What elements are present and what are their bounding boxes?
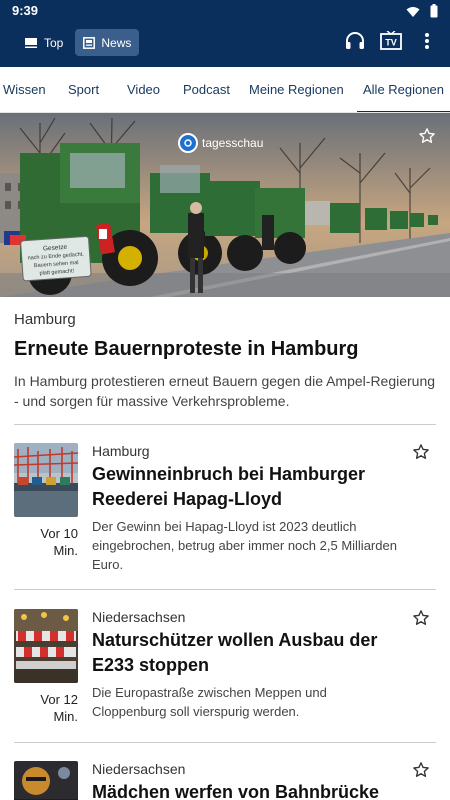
article-thumbnail (14, 761, 78, 800)
tab-video[interactable]: Video (127, 67, 160, 112)
divider (14, 589, 436, 590)
lead-teaser: In Hamburg protestieren erneut Bauern ge… (14, 373, 436, 409)
tagesschau-logo: tagesschau (178, 133, 263, 153)
segment-news[interactable]: News (75, 29, 140, 56)
header-actions: TV (344, 30, 438, 52)
article-time: Vor 12 Min. (40, 692, 78, 724)
bookmark-star-icon[interactable] (418, 127, 436, 150)
segment-top[interactable]: Top (16, 29, 71, 56)
status-time: 9:39 (12, 3, 39, 18)
bookmark-star-icon[interactable] (412, 609, 430, 632)
article-body: Niedersachsen Naturschützer wollen Ausba… (92, 609, 404, 721)
battery-icon (430, 4, 438, 23)
app-header: 9:39 Top News TV (0, 0, 450, 67)
lead-topline: Hamburg (14, 311, 76, 328)
article-headline: Naturschützer wollen Ausbau der E233 sto… (92, 630, 378, 675)
status-bar: 9:39 (0, 0, 450, 22)
article-headline: Mädchen werfen von Bahnbrücke (92, 782, 380, 800)
article-body: Niedersachsen Mädchen werfen von Bahnbrü… (92, 761, 404, 800)
tagesschau-logo-text: tagesschau (202, 136, 264, 150)
article-topline: Niedersachsen (92, 609, 186, 625)
more-vert-icon[interactable] (416, 30, 438, 52)
tv-icon[interactable]: TV (380, 30, 402, 52)
wifi-icon (406, 5, 420, 23)
tab-podcast[interactable]: Podcast (183, 67, 230, 112)
segment-news-label: News (101, 35, 132, 50)
top-icon (25, 37, 37, 48)
divider (14, 742, 436, 743)
article-time: Vor 10 Min. (40, 526, 78, 558)
bookmark-star-icon[interactable] (412, 761, 430, 784)
lead-image[interactable]: Gesetze nach zu Ende gedacht, Bauern seh… (0, 113, 450, 297)
article-thumbnail (14, 443, 78, 517)
view-switch: Top News (16, 29, 140, 56)
segment-top-label: Top (44, 35, 64, 50)
article-thumbnail (14, 609, 78, 683)
article-body: Hamburg Gewinneinbruch bei Hamburger Ree… (92, 443, 404, 574)
article-teaser: Der Gewinn bei Hapag-Lloyd ist 2023 deut… (92, 519, 397, 572)
tab-meine-regionen[interactable]: Meine Regionen (249, 67, 344, 112)
lead-headline: Erneute Bauernproteste in Hamburg (14, 338, 359, 360)
article-topline: Niedersachsen (92, 761, 186, 777)
tab-sport[interactable]: Sport (68, 67, 99, 112)
article-teaser: Die Europastraße zwischen Meppen und Clo… (92, 685, 327, 719)
bookmark-star-icon[interactable] (412, 443, 430, 466)
headphones-icon[interactable] (344, 30, 366, 52)
article-headline: Gewinneinbruch bei Hamburger Reederei Ha… (92, 464, 366, 509)
divider (14, 424, 436, 425)
tab-alle-regionen[interactable]: Alle Regionen (357, 67, 450, 112)
tv-icon-label: TV (385, 38, 397, 48)
tab-wissen[interactable]: Wissen (3, 67, 46, 112)
tagesschau-logo-icon (178, 133, 198, 153)
category-tabs: Wissen Sport Video Podcast Meine Regione… (0, 67, 450, 113)
news-icon (83, 36, 96, 49)
lead-article[interactable]: Hamburg Erneute Bauernproteste in Hambur… (14, 311, 436, 411)
article-topline: Hamburg (92, 443, 150, 459)
